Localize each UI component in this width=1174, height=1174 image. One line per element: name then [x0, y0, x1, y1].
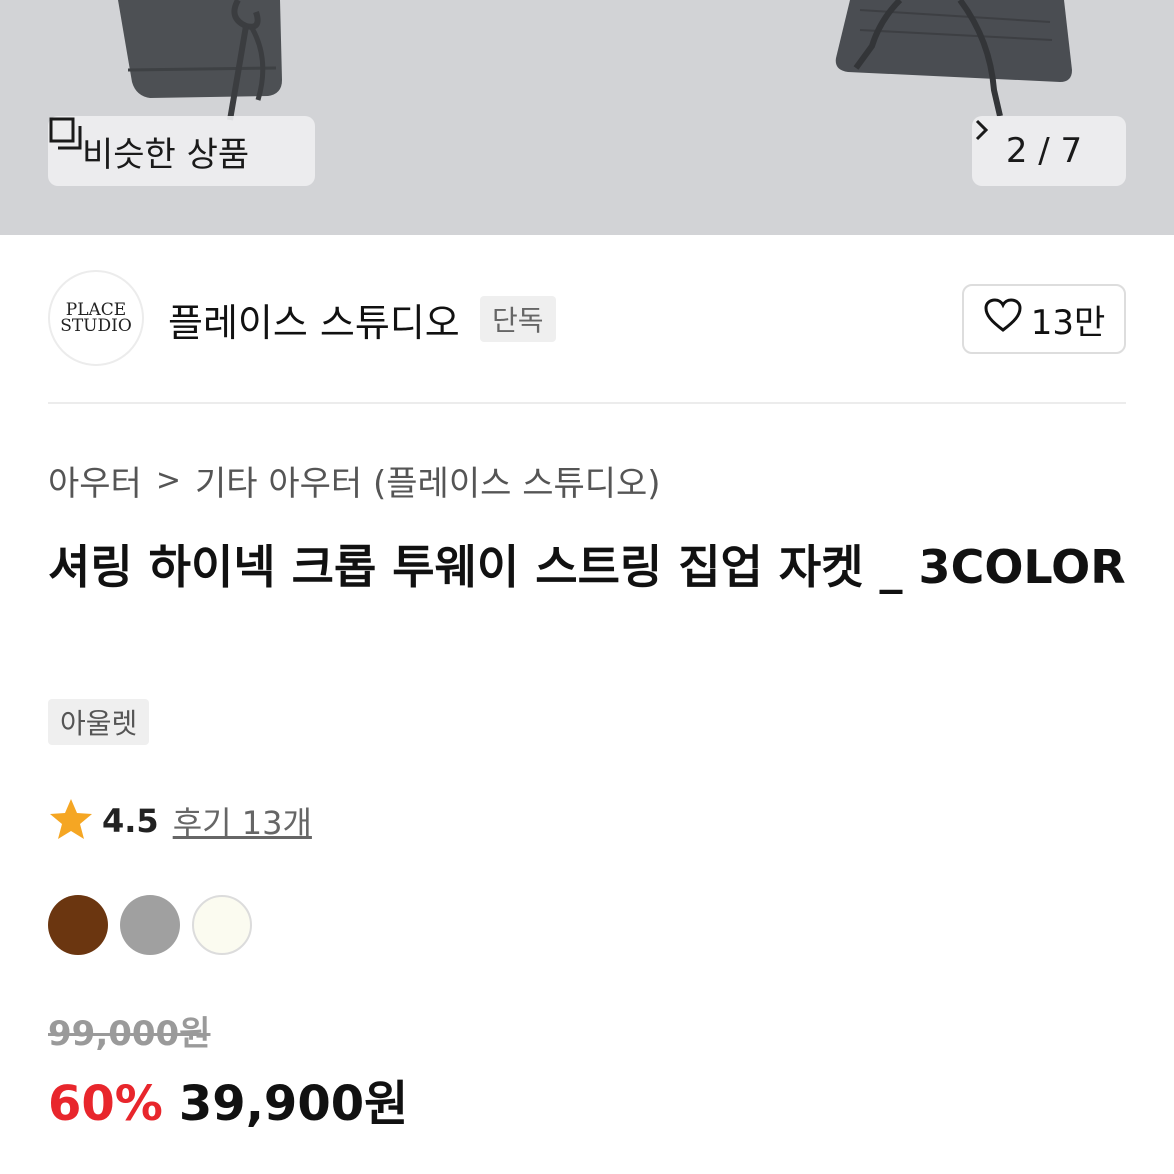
- outlet-tag: 아울렛: [48, 699, 150, 745]
- product-image-carousel[interactable]: 비슷한 상품 2 / 7: [0, 0, 1174, 235]
- like-count: 13만: [1030, 302, 1106, 343]
- review-link[interactable]: 후기 13개: [173, 798, 312, 844]
- sale-price: 39,900원: [178, 1076, 409, 1132]
- rating-row: 4.5 후기 13개: [48, 796, 312, 846]
- brand-name[interactable]: 플레이스 스튜디오: [168, 292, 460, 347]
- color-swatches: [48, 895, 252, 955]
- color-swatch-brown[interactable]: [48, 895, 108, 955]
- color-swatch-ivory[interactable]: [192, 895, 252, 955]
- image-pager-button[interactable]: 2 / 7: [972, 116, 1126, 186]
- color-swatch-gray[interactable]: [120, 895, 180, 955]
- brand-logo[interactable]: PLACE STUDIO: [48, 270, 144, 366]
- star-icon: [48, 797, 94, 845]
- rating-value: 4.5: [102, 802, 159, 840]
- breadcrumb: 아우터 > 기타 아우터 (플레이스 스튜디오): [48, 456, 661, 505]
- divider: [48, 402, 1126, 404]
- breadcrumb-item-other-outer[interactable]: 기타 아우터 (플레이스 스튜디오): [195, 456, 661, 505]
- brand-row: PLACE STUDIO 플레이스 스튜디오 단독 13만: [48, 270, 1126, 368]
- original-price: 99,000원: [48, 1014, 211, 1054]
- breadcrumb-separator: >: [155, 463, 181, 498]
- heart-outline-icon: [983, 297, 1023, 342]
- price-row: 60% 39,900원: [48, 1064, 408, 1134]
- product-title: 셔링 하이넥 크롭 투웨이 스트링 집업 자켓 _ 3COLOR: [48, 540, 1126, 594]
- exclusive-badge: 단독: [480, 296, 556, 342]
- similar-products-button[interactable]: 비슷한 상품: [48, 116, 315, 186]
- brand-logo-text-line2: STUDIO: [60, 316, 132, 336]
- brand-like-button[interactable]: 13만: [962, 284, 1126, 354]
- image-pager-text: 2 / 7: [1005, 131, 1083, 171]
- breadcrumb-item-outer[interactable]: 아우터: [48, 456, 142, 505]
- similar-products-label: 비슷한 상품: [82, 134, 250, 175]
- discount-rate: 60%: [48, 1076, 163, 1132]
